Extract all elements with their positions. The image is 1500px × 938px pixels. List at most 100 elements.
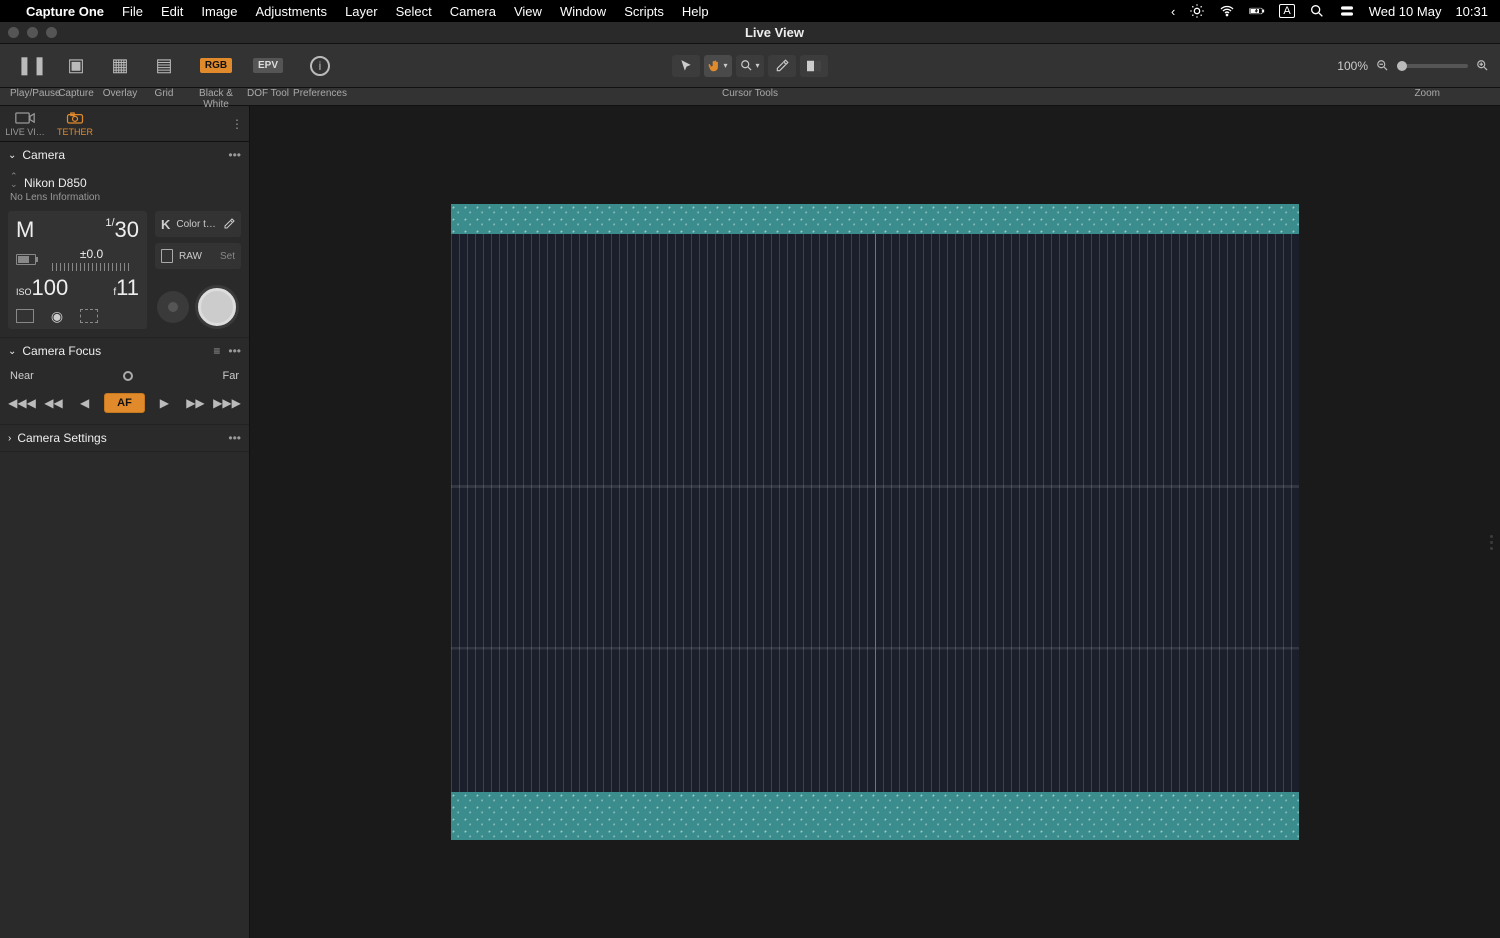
zoom-percent: 100% xyxy=(1337,59,1368,73)
panel-camera-opts[interactable]: ••• xyxy=(228,148,241,162)
panel-camera-header[interactable]: ⌄ Camera ••• xyxy=(0,142,249,168)
exposure-mode[interactable]: M xyxy=(16,217,34,243)
white-balance-row[interactable]: K Color t… xyxy=(155,211,241,237)
hand-tool[interactable]: ▾ xyxy=(704,55,732,77)
panel-camera-settings: › Camera Settings ••• xyxy=(0,425,249,452)
zoom-label: Zoom xyxy=(1414,88,1440,99)
resize-handle[interactable] xyxy=(1484,522,1498,562)
af-area-icon[interactable] xyxy=(16,309,34,323)
tab-tether-label: TETHER xyxy=(57,127,93,137)
control-center-icon[interactable] xyxy=(1339,3,1355,19)
input-source-indicator[interactable]: A xyxy=(1279,4,1294,18)
zoom-tool[interactable]: ▾ xyxy=(736,55,764,77)
window-close-button[interactable] xyxy=(8,27,19,38)
play-pause-label: Play/Pause xyxy=(10,88,54,110)
menu-file[interactable]: File xyxy=(122,4,143,19)
window-controls xyxy=(8,27,57,38)
black-white-button[interactable]: RGB xyxy=(186,55,246,77)
file-format-label: RAW xyxy=(179,251,202,262)
ev-scale xyxy=(52,263,132,271)
zoom-slider[interactable] xyxy=(1398,64,1468,68)
wb-label: Color t… xyxy=(176,219,217,230)
panel-settings-opts[interactable]: ••• xyxy=(228,431,241,445)
focus-near-large-button[interactable]: ◀◀◀ xyxy=(10,392,34,414)
spotlight-icon[interactable] xyxy=(1309,3,1325,19)
shutter-release-button[interactable] xyxy=(195,285,239,329)
lens-info: No Lens Information xyxy=(10,192,239,203)
weather-icon[interactable] xyxy=(1189,3,1205,19)
shutter-speed[interactable]: 1/30 xyxy=(105,217,139,243)
sidebar-tabs: LIVE VI… TETHER ⋮ xyxy=(0,106,249,142)
menu-help[interactable]: Help xyxy=(682,4,709,19)
focus-near-med-button[interactable]: ◀◀ xyxy=(42,392,65,414)
window-title: Live View xyxy=(57,25,1492,40)
pointer-tool[interactable] xyxy=(672,55,700,77)
menu-edit[interactable]: Edit xyxy=(161,4,183,19)
menu-image[interactable]: Image xyxy=(201,4,237,19)
record-video-button[interactable] xyxy=(157,291,189,323)
battery-icon xyxy=(16,254,36,265)
live-view-viewer[interactable] xyxy=(250,106,1500,938)
camera-model: Nikon D850 xyxy=(24,176,87,190)
wifi-icon[interactable] xyxy=(1219,3,1235,19)
autofocus-button[interactable]: AF xyxy=(104,393,145,413)
focus-near-small-button[interactable]: ◀ xyxy=(73,392,96,414)
panel-settings-header[interactable]: › Camera Settings ••• xyxy=(0,425,249,451)
capture-button[interactable]: ▣ xyxy=(54,55,98,77)
chevron-down-icon: ⌄ xyxy=(8,346,16,357)
live-view-image xyxy=(451,204,1299,840)
focus-far-label: Far xyxy=(223,370,240,382)
menu-select[interactable]: Select xyxy=(396,4,432,19)
status-time[interactable]: 10:31 xyxy=(1455,4,1488,19)
focus-far-small-button[interactable]: ▶ xyxy=(153,392,176,414)
set-button[interactable]: Set xyxy=(220,251,235,262)
panel-focus-list-icon[interactable]: ≡ xyxy=(213,344,220,358)
focus-far-large-button[interactable]: ▶▶▶ xyxy=(215,392,239,414)
panel-camera: ⌄ Camera ••• ⌃⌄ Nikon D850 No Lens Inform… xyxy=(0,142,249,338)
metering-mode-icon[interactable]: ◉ xyxy=(48,309,66,323)
window-minimize-button[interactable] xyxy=(27,27,38,38)
panel-focus-header[interactable]: ⌄ Camera Focus ≡ ••• xyxy=(0,338,249,364)
preferences-button[interactable]: i xyxy=(290,56,350,76)
menu-view[interactable]: View xyxy=(514,4,542,19)
kelvin-icon: K xyxy=(161,217,170,232)
exposure-readout: M 1/30 ±0.0 ISO100 f11 xyxy=(8,211,147,329)
chevron-left-icon[interactable]: ‹ xyxy=(1171,4,1175,19)
focus-far-med-button[interactable]: ▶▶ xyxy=(184,392,207,414)
grid-button[interactable]: ▤ xyxy=(142,55,186,77)
overlay-button[interactable]: ▦ xyxy=(98,55,142,77)
iso-value[interactable]: ISO100 xyxy=(16,275,68,301)
status-date[interactable]: Wed 10 May xyxy=(1369,4,1442,19)
tab-live-view-label: LIVE VI… xyxy=(5,127,45,137)
menu-scripts[interactable]: Scripts xyxy=(624,4,664,19)
battery-icon[interactable] xyxy=(1249,3,1265,19)
center-guide-line xyxy=(875,204,876,840)
camera-select-stepper[interactable]: ⌃⌄ xyxy=(10,172,20,188)
aperture-value[interactable]: f11 xyxy=(113,275,139,301)
macos-status-area: ‹ A Wed 10 May 10:31 xyxy=(1171,3,1488,19)
focus-point-icon[interactable] xyxy=(80,309,98,323)
mask-tool[interactable] xyxy=(800,55,828,77)
sidebar-tab-options[interactable]: ⋮ xyxy=(225,106,249,141)
menu-app[interactable]: Capture One xyxy=(26,4,104,19)
zoom-in-icon[interactable] xyxy=(1476,59,1490,73)
panel-focus-opts[interactable]: ••• xyxy=(228,344,241,358)
menu-window[interactable]: Window xyxy=(560,4,606,19)
file-format-row[interactable]: RAW Set xyxy=(155,243,241,269)
ev-compensation[interactable]: ±0.0 xyxy=(80,247,103,261)
eyedropper-tool[interactable] xyxy=(768,55,796,77)
zoom-out-icon[interactable] xyxy=(1376,59,1390,73)
document-icon xyxy=(161,249,173,263)
menu-layer[interactable]: Layer xyxy=(345,4,378,19)
eyedropper-icon[interactable] xyxy=(223,218,235,230)
menu-adjustments[interactable]: Adjustments xyxy=(256,4,328,19)
dof-tool-button[interactable]: EPV xyxy=(246,55,290,77)
chevron-down-icon: ⌄ xyxy=(8,150,16,161)
play-pause-button[interactable]: ❚❚ xyxy=(10,55,54,77)
panel-settings-title: Camera Settings xyxy=(17,431,106,445)
toolbar-labels: Play/Pause Capture Overlay Grid Black & … xyxy=(0,88,1500,106)
tab-tether[interactable]: TETHER xyxy=(50,106,100,141)
menu-camera[interactable]: Camera xyxy=(450,4,496,19)
tab-live-view[interactable]: LIVE VI… xyxy=(0,106,50,141)
window-zoom-button[interactable] xyxy=(46,27,57,38)
